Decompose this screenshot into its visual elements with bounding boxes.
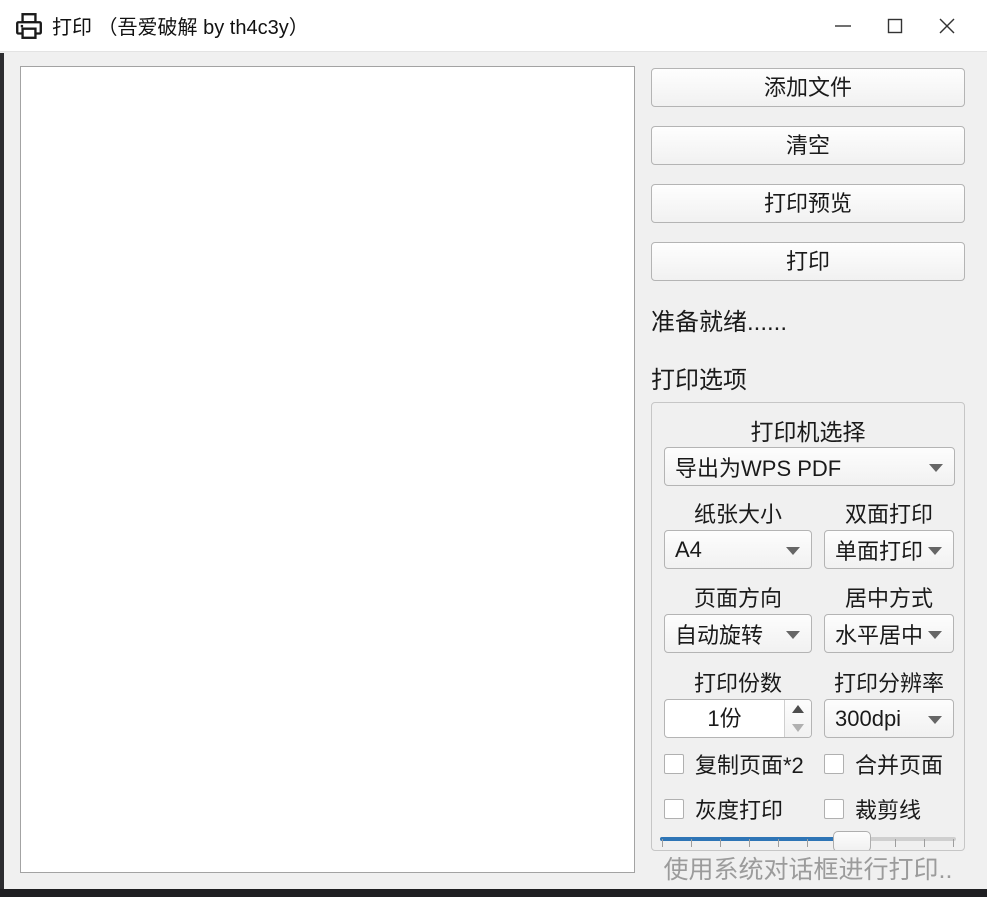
minimize-button[interactable] [817,0,869,52]
grayscale-checkbox[interactable] [664,799,684,819]
crop-marks-checkbox[interactable] [824,799,844,819]
duplex-label: 双面打印 [824,497,954,529]
print-preview-button[interactable]: 打印预览 [651,184,965,223]
chevron-down-icon [928,631,942,639]
resolution-dropdown[interactable]: 300dpi [824,699,954,738]
stepper-down-button[interactable] [785,719,811,738]
merge-pages-label: 合并页面 [855,748,943,780]
duplicate-page-label: 复制页面*2 [695,748,804,780]
resolution-label: 打印分辨率 [824,666,954,698]
slider-handle[interactable] [833,831,871,851]
zoom-slider[interactable] [660,831,956,851]
slider-tick [778,839,779,847]
slider-tick [691,839,692,847]
file-list-area[interactable] [20,66,635,873]
copies-value: 1份 [665,700,784,737]
close-button[interactable] [921,0,973,52]
status-text: 准备就绪...... [651,302,965,337]
duplex-value: 单面打印 [835,534,923,566]
printer-select-label: 打印机选择 [652,413,964,447]
paper-size-label: 纸张大小 [664,497,812,529]
crop-marks-label: 裁剪线 [855,793,921,825]
print-button[interactable]: 打印 [651,242,965,281]
window-controls [817,0,973,52]
duplicate-page-option: 复制页面*2 [664,751,812,777]
duplex-dropdown[interactable]: 单面打印 [824,530,954,569]
orientation-dropdown[interactable]: 自动旋转 [664,614,812,653]
grayscale-label: 灰度打印 [695,793,783,825]
stepper-up-button[interactable] [785,700,811,719]
chevron-down-icon [786,631,800,639]
merge-pages-option: 合并页面 [824,751,954,777]
printer-select-value: 导出为WPS PDF [675,451,841,483]
copies-label: 打印份数 [664,666,812,698]
printer-select-dropdown[interactable]: 导出为WPS PDF [664,447,955,486]
slider-tick [720,839,721,847]
maximize-button[interactable] [869,0,921,52]
background-window-left-edge [0,53,4,889]
slider-tick [895,839,896,847]
chevron-down-icon [928,547,942,555]
sidebar: 添加文件 清空 打印预览 打印 准备就绪...... 打印选项 打印机选择 导出… [651,66,965,851]
centering-label: 居中方式 [824,581,954,613]
orientation-label: 页面方向 [664,581,812,613]
printer-icon [14,11,44,41]
system-dialog-print-link[interactable]: 使用系统对话框进行打印.. [651,850,965,886]
slider-tick [749,839,750,847]
resolution-value: 300dpi [835,706,901,732]
centering-dropdown[interactable]: 水平居中 [824,614,954,653]
window-title: 打印 （吾爱破解 by th4c3y） [52,11,309,40]
clear-button[interactable]: 清空 [651,126,965,165]
copies-stepper-arrows [784,700,811,737]
chevron-down-icon [928,716,942,724]
centering-value: 水平居中 [835,618,923,650]
print-options-groupbox: 打印机选择 导出为WPS PDF 纸张大小 双面打印 A4 单面打印 页面方向 … [651,402,965,851]
chevron-down-icon [786,547,800,555]
crop-marks-option: 裁剪线 [824,796,954,822]
print-app-window: 打印 （吾爱破解 by th4c3y） 添加文件 清空 打印预览 打印 准备就绪… [0,0,987,897]
paper-size-value: A4 [675,537,702,563]
slider-tick [924,839,925,847]
slider-tick [953,839,954,847]
arrow-down-icon [792,724,804,732]
add-files-button[interactable]: 添加文件 [651,68,965,107]
minimize-icon [832,15,854,37]
close-icon [936,15,958,37]
paper-size-dropdown[interactable]: A4 [664,530,812,569]
grayscale-option: 灰度打印 [664,796,812,822]
titlebar: 打印 （吾爱破解 by th4c3y） [0,0,987,52]
chevron-down-icon [929,464,943,472]
merge-pages-checkbox[interactable] [824,754,844,774]
copies-stepper[interactable]: 1份 [664,699,812,738]
arrow-up-icon [792,705,804,713]
slider-ticks [662,839,954,847]
slider-tick [807,839,808,847]
background-window-bottom-edge [0,889,987,897]
duplicate-page-checkbox[interactable] [664,754,684,774]
orientation-value: 自动旋转 [675,618,763,650]
print-options-title: 打印选项 [651,360,965,395]
slider-tick [662,839,663,847]
maximize-icon [884,15,906,37]
